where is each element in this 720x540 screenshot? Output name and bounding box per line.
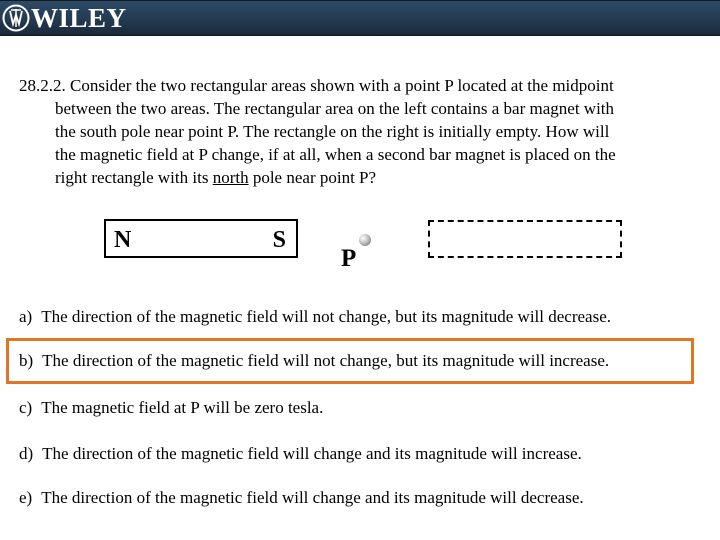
south-pole-label: S bbox=[272, 227, 286, 253]
answer-text: The direction of the magnetic field will… bbox=[42, 444, 582, 463]
wiley-logo: WILEY bbox=[2, 2, 127, 34]
answer-d[interactable]: d) The direction of the magnetic field wi… bbox=[19, 443, 582, 465]
answer-letter: e) bbox=[19, 488, 33, 507]
question-line-1: 28.2.2. Consider the two rectangular are… bbox=[19, 76, 614, 95]
brand-name: WILEY bbox=[31, 3, 127, 33]
answer-text: The direction of the magnetic field will… bbox=[41, 307, 612, 326]
answer-a[interactable]: a) The direction of the magnetic field wi… bbox=[19, 306, 611, 328]
answer-letter: c) bbox=[19, 398, 33, 417]
answer-b[interactable]: b) The direction of the magnetic field wi… bbox=[19, 350, 609, 372]
answer-letter: d) bbox=[19, 444, 34, 463]
question-line-3: the south pole near point P. The rectang… bbox=[55, 122, 610, 141]
header-bar: WILEY bbox=[0, 0, 720, 36]
question-line-4: the magnetic field at P change, if at al… bbox=[55, 145, 616, 164]
question-number: 28.2.2. bbox=[19, 76, 66, 95]
answer-letter: a) bbox=[19, 307, 33, 326]
answer-text: The direction of the magnetic field will… bbox=[41, 488, 584, 507]
north-pole-label: N bbox=[114, 227, 132, 253]
answer-letter: b) bbox=[19, 351, 34, 370]
point-p-marker bbox=[359, 234, 371, 246]
answer-text: The direction of the magnetic field will… bbox=[42, 351, 610, 370]
question-line-5: right rectangle with its north pole near… bbox=[55, 168, 377, 187]
question-text: 28.2.2. Consider the two rectangular are… bbox=[19, 74, 699, 189]
wiley-emblem-icon bbox=[2, 4, 30, 32]
question-line-2: between the two areas. The rectangular a… bbox=[55, 99, 615, 118]
underlined-word: north bbox=[212, 168, 249, 187]
answer-text: The magnetic field at P will be zero tes… bbox=[41, 398, 324, 417]
answer-c[interactable]: c) The magnetic field at P will be zero t… bbox=[19, 397, 323, 419]
point-p-label: P bbox=[341, 245, 357, 272]
bar-magnet: N S bbox=[104, 219, 298, 258]
answer-e[interactable]: e) The direction of the magnetic field wi… bbox=[19, 487, 584, 509]
empty-rectangle-area bbox=[428, 220, 622, 258]
